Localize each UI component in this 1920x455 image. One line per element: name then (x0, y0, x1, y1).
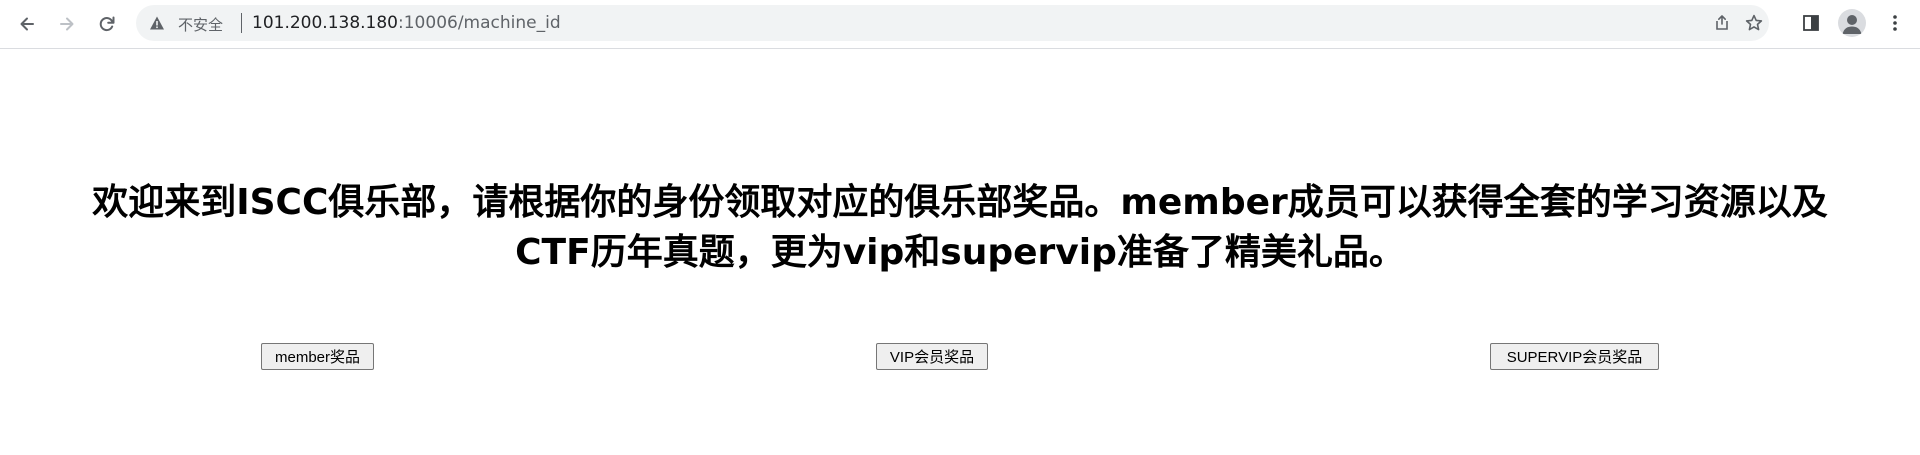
security-label[interactable]: 不安全 (178, 14, 223, 35)
star-icon[interactable] (1744, 13, 1764, 33)
profile-button[interactable] (1838, 9, 1866, 37)
side-panel-icon (1803, 15, 1819, 31)
url-path: :10006/machine_id (398, 13, 561, 33)
reload-icon (99, 16, 115, 31)
arrow-right-icon (60, 17, 74, 31)
avatar-icon (1842, 15, 1862, 34)
heading-line-2: CTF历年真题，更为vip和supervip准备了精美礼品。 (515, 232, 1405, 273)
address-bar[interactable]: 不安全 101.200.138.180:10006/machine_id (136, 5, 1769, 41)
share-icon[interactable] (1712, 13, 1732, 33)
browser-toolbar: 不安全 101.200.138.180:10006/machine_id (0, 0, 1920, 49)
back-button[interactable] (11, 8, 43, 40)
side-panel-button[interactable] (1798, 10, 1824, 36)
arrow-left-icon (20, 17, 34, 31)
forward-button[interactable] (51, 8, 83, 40)
url-text[interactable]: 101.200.138.180:10006/machine_id (252, 13, 561, 33)
url-host: 101.200.138.180 (252, 13, 399, 33)
browser-menu-button[interactable] (1882, 10, 1908, 36)
page-heading: 欢迎来到ISCC俱乐部，请根据你的身份领取对应的俱乐部奖品。member成员可以… (0, 178, 1920, 278)
supervip-prize-button[interactable]: SUPERVIP会员奖品 (1490, 343, 1659, 370)
kebab-menu-icon (1893, 15, 1897, 31)
member-prize-button[interactable]: member奖品 (261, 343, 374, 370)
heading-line-1: 欢迎来到ISCC俱乐部，请根据你的身份领取对应的俱乐部奖品。member成员可以… (92, 182, 1828, 223)
vip-prize-button[interactable]: VIP会员奖品 (876, 343, 988, 370)
omnibox-separator (241, 13, 242, 33)
reload-button[interactable] (91, 8, 123, 40)
warning-triangle-icon (150, 16, 164, 30)
